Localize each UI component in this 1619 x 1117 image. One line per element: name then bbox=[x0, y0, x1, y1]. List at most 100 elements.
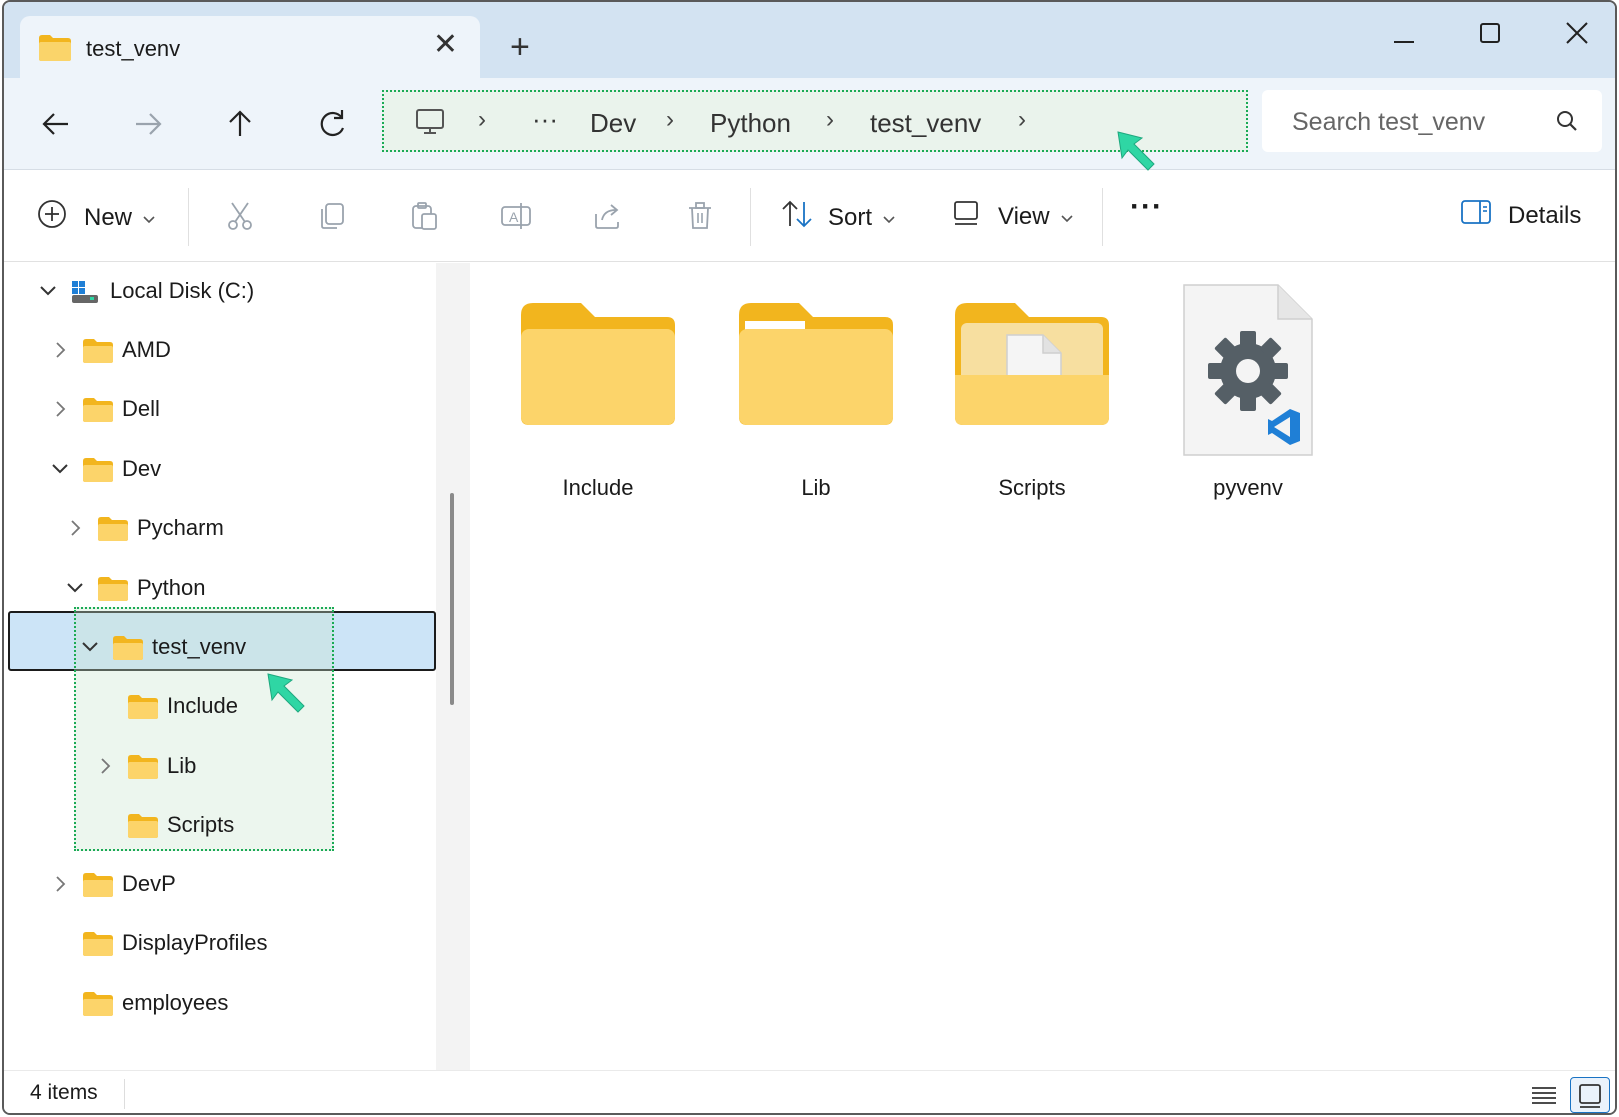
new-button[interactable]: New bbox=[36, 198, 156, 237]
chevron-down-icon bbox=[1060, 203, 1074, 231]
breadcrumb-separator[interactable]: › bbox=[1018, 106, 1026, 134]
sidebar-item-pycharm[interactable]: Pycharm bbox=[4, 502, 436, 558]
folder-icon bbox=[82, 457, 114, 488]
breadcrumb-python[interactable]: Python bbox=[710, 108, 791, 139]
toolbar-divider bbox=[750, 188, 751, 246]
search-input[interactable]: Search test_venv bbox=[1292, 108, 1485, 137]
chevron-right-icon[interactable] bbox=[95, 756, 115, 781]
sidebar-item-amd[interactable]: AMD bbox=[4, 324, 436, 380]
more-options-button[interactable]: ··· bbox=[1130, 190, 1163, 224]
sidebar-item-label: AMD bbox=[122, 337, 171, 362]
sidebar-item-python[interactable]: Python bbox=[4, 562, 436, 618]
sidebar-item-lib[interactable]: Lib bbox=[4, 740, 436, 796]
file-item-label: Include bbox=[562, 475, 634, 500]
item-count: 4 items bbox=[30, 1081, 98, 1104]
file-list: Include Lib Scripts pyvenv bbox=[470, 263, 1615, 1070]
breadcrumb-dev[interactable]: Dev bbox=[590, 108, 636, 139]
sidebar-item-dell[interactable]: Dell bbox=[4, 383, 436, 439]
details-button[interactable]: Details bbox=[1460, 198, 1581, 233]
refresh-button[interactable] bbox=[312, 104, 352, 144]
search-icon[interactable] bbox=[1554, 108, 1580, 139]
search-box[interactable]: Search test_venv bbox=[1262, 90, 1602, 152]
sidebar-item-scripts[interactable]: Scripts bbox=[4, 799, 436, 855]
folder-icon bbox=[82, 872, 114, 903]
file-explorer-window: test_venv ✕ + › ··· Dev › Python › test_… bbox=[2, 0, 1617, 1115]
breadcrumb-test-venv[interactable]: test_venv bbox=[870, 108, 981, 139]
folder-icon bbox=[127, 813, 159, 844]
chevron-right-icon[interactable] bbox=[50, 874, 70, 899]
folder-icon bbox=[127, 694, 159, 725]
back-button[interactable] bbox=[36, 104, 76, 144]
pane-splitter[interactable] bbox=[436, 263, 470, 1070]
toolbar-divider bbox=[1102, 188, 1103, 246]
copy-icon[interactable] bbox=[316, 200, 348, 237]
breadcrumb-separator[interactable]: › bbox=[478, 106, 486, 134]
chevron-down-icon[interactable] bbox=[80, 637, 100, 662]
sidebar-item-label: DevP bbox=[122, 871, 176, 896]
tab-test-venv[interactable]: test_venv ✕ bbox=[20, 16, 480, 78]
navigation-pane: Local Disk (C:) AMD Dell Dev Pycharm Python te… bbox=[4, 263, 436, 1070]
close-window-button[interactable] bbox=[1547, 14, 1607, 54]
folder-icon bbox=[97, 576, 129, 607]
svg-text:A: A bbox=[509, 209, 519, 225]
sidebar-item-label: Dev bbox=[122, 456, 162, 481]
minimize-button[interactable] bbox=[1374, 14, 1434, 54]
sort-icon bbox=[780, 198, 814, 237]
sidebar-item-employees[interactable]: employees bbox=[4, 977, 436, 1033]
breadcrumb-separator[interactable]: › bbox=[826, 106, 834, 134]
toolbar-divider bbox=[188, 188, 189, 246]
large-icons-view-toggle[interactable] bbox=[1570, 1077, 1610, 1113]
close-tab-button[interactable]: ✕ bbox=[433, 30, 458, 60]
file-item-lib[interactable]: Lib bbox=[726, 279, 906, 500]
sort-button[interactable]: Sort bbox=[780, 198, 896, 237]
folder-icon bbox=[112, 635, 144, 666]
paste-icon[interactable] bbox=[408, 200, 440, 237]
sidebar-item-local-disk-c[interactable]: Local Disk (C:) bbox=[4, 265, 436, 321]
new-label: New bbox=[84, 203, 133, 231]
chevron-right-icon[interactable] bbox=[50, 340, 70, 365]
file-item-scripts[interactable]: Scripts bbox=[942, 279, 1122, 500]
rename-icon[interactable]: A bbox=[500, 200, 532, 237]
view-icon bbox=[952, 198, 982, 235]
drive-icon bbox=[70, 279, 100, 310]
new-tab-button[interactable]: + bbox=[510, 30, 530, 64]
file-item-pyvenv[interactable]: pyvenv bbox=[1158, 279, 1338, 500]
chevron-down-icon[interactable] bbox=[50, 459, 70, 484]
plus-circle-icon bbox=[36, 198, 68, 237]
breadcrumb-separator[interactable]: › bbox=[666, 106, 674, 134]
chevron-down-icon[interactable] bbox=[65, 578, 85, 603]
sidebar-scrollbar-thumb[interactable] bbox=[450, 493, 454, 705]
delete-icon[interactable] bbox=[684, 200, 716, 237]
details-view-toggle[interactable] bbox=[1524, 1077, 1564, 1113]
chevron-right-icon[interactable] bbox=[50, 399, 70, 424]
folder-icon bbox=[82, 338, 114, 369]
chevron-right-icon[interactable] bbox=[65, 518, 85, 543]
config-file-icon bbox=[1178, 284, 1318, 463]
sidebar-item-devp[interactable]: DevP bbox=[4, 858, 436, 914]
navigation-bar: › ··· Dev › Python › test_venv › Search … bbox=[4, 78, 1615, 170]
sidebar-item-displayprofiles[interactable]: DisplayProfiles bbox=[4, 917, 436, 973]
sidebar-item-label: test_venv bbox=[152, 634, 247, 659]
file-item-include[interactable]: Include bbox=[508, 279, 688, 500]
sidebar-item-label: Dell bbox=[122, 396, 160, 421]
breadcrumb-ellipsis[interactable]: ··· bbox=[532, 104, 558, 135]
up-button[interactable] bbox=[220, 104, 260, 144]
maximize-button[interactable] bbox=[1459, 14, 1519, 54]
view-button[interactable]: View bbox=[952, 198, 1074, 235]
sidebar-item-test-venv[interactable]: test_venv bbox=[4, 621, 436, 677]
share-icon[interactable] bbox=[592, 200, 624, 237]
cut-icon[interactable] bbox=[224, 200, 256, 237]
chevron-down-icon[interactable] bbox=[38, 281, 58, 306]
command-bar: New A Sort View ··· Details bbox=[4, 170, 1615, 262]
folder-icon bbox=[127, 754, 159, 785]
computer-icon bbox=[414, 106, 446, 143]
sidebar-item-label: Local Disk (C:) bbox=[110, 278, 255, 303]
folder-icon bbox=[38, 34, 72, 67]
sidebar-item-include[interactable]: Include bbox=[4, 680, 436, 736]
folder-icon bbox=[97, 516, 129, 547]
file-item-label: Lib bbox=[801, 475, 831, 500]
sidebar-item-label: DisplayProfiles bbox=[122, 930, 268, 955]
folder-icon bbox=[517, 303, 679, 433]
sidebar-item-dev[interactable]: Dev bbox=[4, 443, 436, 499]
forward-button[interactable] bbox=[128, 104, 168, 144]
